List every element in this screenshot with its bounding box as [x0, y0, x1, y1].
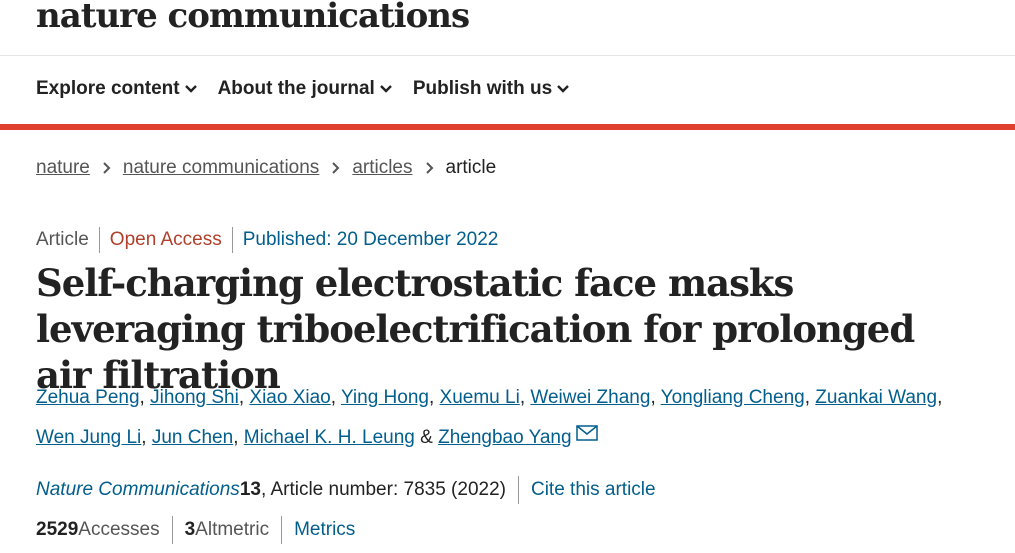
- nav-explore-label: Explore content: [36, 78, 180, 99]
- article-type: Article: [36, 229, 89, 250]
- chevron-right-icon: [332, 162, 340, 174]
- nav-about-label: About the journal: [217, 78, 375, 99]
- author-link[interactable]: Ying Hong: [341, 387, 429, 408]
- author-link[interactable]: Yongliang Cheng: [661, 387, 805, 408]
- altmetric-count: 3: [184, 519, 196, 540]
- article-metrics: 2529 Accesses 3 Altmetric Metrics: [36, 516, 355, 544]
- cite-article-link[interactable]: Cite this article: [531, 479, 656, 501]
- breadcrumb: nature nature communications articles ar…: [36, 157, 496, 179]
- author-link[interactable]: Weiwei Zhang: [530, 387, 650, 408]
- journal-volume: 13: [239, 479, 261, 500]
- divider: [171, 516, 173, 544]
- accesses-label: Accesses: [78, 519, 160, 540]
- author-link[interactable]: Zuankai Wang: [815, 387, 937, 408]
- chevron-down-icon: [379, 85, 392, 93]
- author-link[interactable]: Jihong Shi: [150, 387, 239, 408]
- article-meta: Article Open Access Published: 20 Decemb…: [36, 227, 498, 253]
- author-link[interactable]: Xiao Xiao: [249, 387, 330, 408]
- nav-about-journal[interactable]: About the journal: [218, 78, 393, 100]
- breadcrumb-articles[interactable]: articles: [352, 157, 412, 179]
- nav-publish-label: Publish with us: [412, 78, 553, 99]
- divider: [517, 476, 519, 504]
- journal-logo[interactable]: nature communications: [36, 0, 470, 36]
- author-link[interactable]: Michael K. H. Leung: [244, 427, 415, 448]
- journal-info: Nature Communications 13, Article number…: [36, 476, 656, 504]
- chevron-right-icon: [425, 162, 433, 174]
- metrics-link[interactable]: Metrics: [294, 519, 355, 541]
- author-link-corresponding[interactable]: Zhengbao Yang: [438, 427, 571, 448]
- chevron-down-icon: [184, 85, 197, 93]
- accent-bar: [0, 124, 1015, 130]
- journal-name-link[interactable]: Nature Communications: [36, 479, 240, 501]
- nav-publish-with-us[interactable]: Publish with us: [413, 78, 570, 100]
- chevron-down-icon: [557, 85, 570, 93]
- nav-explore-content[interactable]: Explore content: [36, 78, 198, 100]
- author-link[interactable]: Wen Jung Li: [36, 427, 141, 448]
- author-link[interactable]: Zehua Peng: [36, 387, 140, 408]
- published-date-link[interactable]: Published: 20 December 2022: [243, 229, 499, 251]
- article-number: , Article number: 7835 (2022): [260, 479, 506, 500]
- author-link[interactable]: Xuemu Li: [440, 387, 520, 408]
- breadcrumb-current: article: [445, 157, 497, 178]
- accesses-count: 2529: [36, 519, 79, 540]
- author-conjunction: &: [420, 427, 433, 448]
- header-divider: [0, 55, 1015, 56]
- author-link[interactable]: Jun Chen: [152, 427, 233, 448]
- altmetric-label: Altmetric: [195, 519, 270, 540]
- divider: [281, 516, 283, 544]
- divider: [231, 227, 233, 253]
- envelope-icon[interactable]: [575, 425, 598, 441]
- chevron-right-icon: [103, 162, 111, 174]
- main-nav: Explore content About the journal Publis…: [36, 78, 570, 100]
- breadcrumb-nature[interactable]: nature: [36, 157, 90, 179]
- breadcrumb-nature-communications[interactable]: nature communications: [123, 157, 319, 179]
- divider: [98, 227, 100, 253]
- author-list: Zehua Peng, Jihong Shi, Xiao Xiao, Ying …: [36, 387, 943, 448]
- open-access-badge: Open Access: [109, 229, 222, 250]
